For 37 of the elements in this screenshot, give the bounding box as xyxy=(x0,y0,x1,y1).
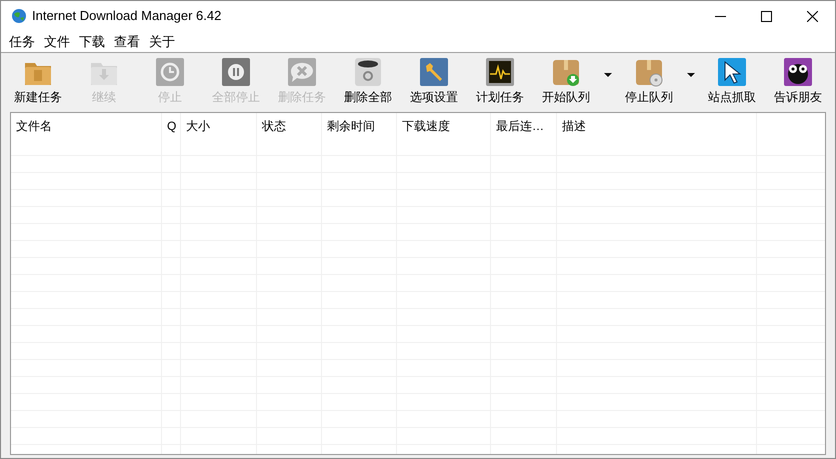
toolbar-button[interactable]: 新建任务 xyxy=(5,57,71,107)
toolbar-button[interactable]: 站点抓取 xyxy=(699,57,765,107)
column-header[interactable]: Q xyxy=(162,113,181,139)
column-header[interactable]: 状态 xyxy=(257,113,322,139)
smiley-icon xyxy=(783,57,813,87)
toolbar-button[interactable]: 停止队列 xyxy=(616,57,682,107)
clock-icon xyxy=(155,57,185,87)
toolbar-button[interactable]: 选项设置 xyxy=(401,57,467,107)
toolbar-button[interactable]: 开始队列 xyxy=(533,57,599,107)
close-icon xyxy=(806,10,818,22)
window-title: Internet Download Manager 6.42 xyxy=(32,7,222,26)
menu-item[interactable]: 关于 xyxy=(145,32,179,52)
column-header[interactable]: 剩余时间 xyxy=(322,113,397,139)
column-header[interactable]: 描述 xyxy=(557,113,757,139)
speech-bubble-icon xyxy=(287,57,317,87)
column-header[interactable]: 大小 xyxy=(181,113,257,139)
app-globe-icon xyxy=(11,8,27,24)
caret-icon xyxy=(686,73,694,77)
package-icon xyxy=(634,57,664,87)
toolbar-button[interactable]: 告诉朋友 xyxy=(765,57,831,107)
column-header[interactable]: 最后连… xyxy=(491,113,557,139)
trash-bin-icon xyxy=(353,57,383,87)
monitor-icon xyxy=(485,57,515,87)
pause-icon xyxy=(221,57,251,87)
wrench-icon xyxy=(419,57,449,87)
menu-item[interactable]: 文件 xyxy=(40,32,74,52)
menu-item[interactable]: 下载 xyxy=(75,32,109,52)
column-header[interactable]: 文件名 xyxy=(11,113,162,139)
maximize-icon xyxy=(760,10,772,22)
menu-item[interactable]: 任务 xyxy=(5,32,39,52)
menu-item[interactable]: 查看 xyxy=(110,32,144,52)
toolbar-button[interactable]: 删除全部 xyxy=(335,57,401,107)
toolbar-button[interactable]: 计划任务 xyxy=(467,57,533,107)
cursor-icon xyxy=(717,57,747,87)
column-header[interactable]: 下载速度 xyxy=(397,113,491,139)
caret-icon xyxy=(604,73,612,77)
package-icon xyxy=(551,57,581,87)
